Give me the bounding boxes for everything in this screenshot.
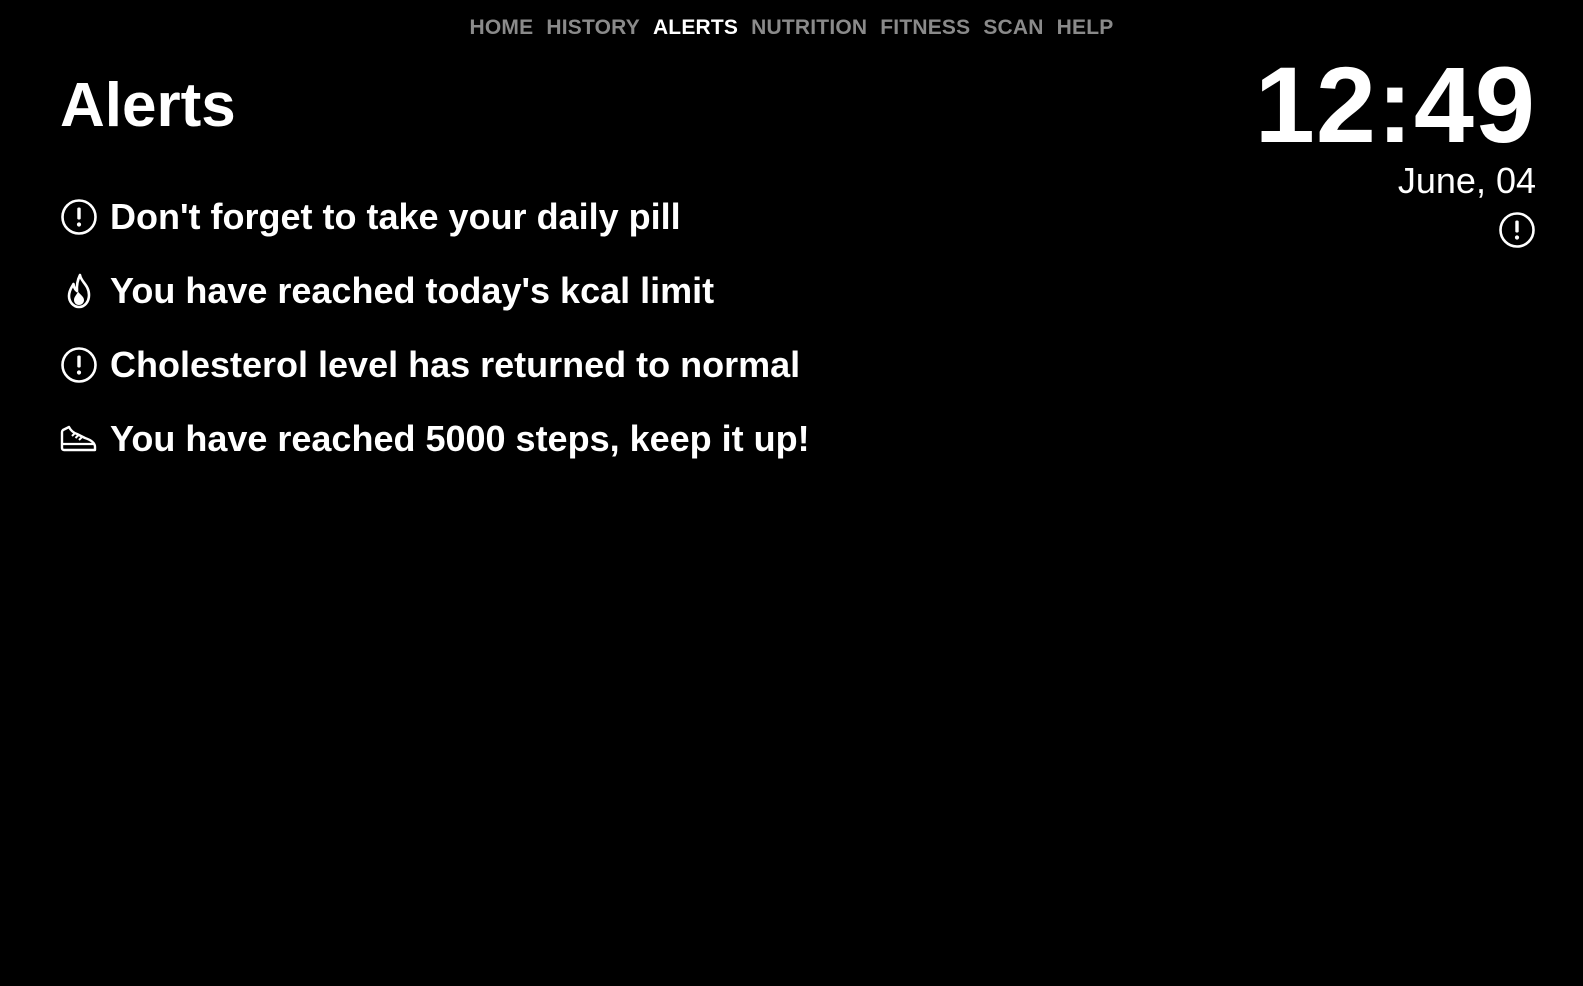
nav-item-nutrition[interactable]: NUTRITION [751,16,867,40]
exclamation-circle-icon [60,346,98,384]
nav-item-help[interactable]: HELP [1057,16,1114,40]
nav-item-alerts[interactable]: ALERTS [653,16,738,40]
alert-list: Don't forget to take your daily pill You… [60,180,810,476]
nav-item-fitness[interactable]: FITNESS [880,16,970,40]
alert-item: Cholesterol level has returned to normal [60,328,810,402]
page-title: Alerts [60,71,236,140]
alert-text: Cholesterol level has returned to normal [110,344,801,385]
nav-item-history[interactable]: HISTORY [546,16,640,40]
alert-item: Don't forget to take your daily pill [60,180,810,254]
smart-mirror-screen: HOME HISTORY ALERTS NUTRITION FITNESS SC… [0,0,1583,986]
clock-date: June, 04 [1397,160,1536,202]
exclamation-circle-icon [60,198,98,236]
sneaker-icon [60,420,98,458]
alert-item: You have reached today's kcal limit [60,254,810,328]
clock-widget: 12:49 June, 04 [1255,48,1536,254]
alert-text: You have reached today's kcal limit [110,270,715,311]
alert-text: You have reached 5000 steps, keep it up! [110,418,810,459]
flame-icon [60,272,98,310]
alert-text: Don't forget to take your daily pill [110,196,681,237]
top-nav: HOME HISTORY ALERTS NUTRITION FITNESS SC… [0,16,1583,40]
exclamation-circle-icon[interactable] [1498,211,1536,249]
clock-time: 12:49 [1254,44,1536,165]
nav-item-scan[interactable]: SCAN [983,16,1043,40]
nav-item-home[interactable]: HOME [470,16,534,40]
alert-item: You have reached 5000 steps, keep it up! [60,402,810,476]
